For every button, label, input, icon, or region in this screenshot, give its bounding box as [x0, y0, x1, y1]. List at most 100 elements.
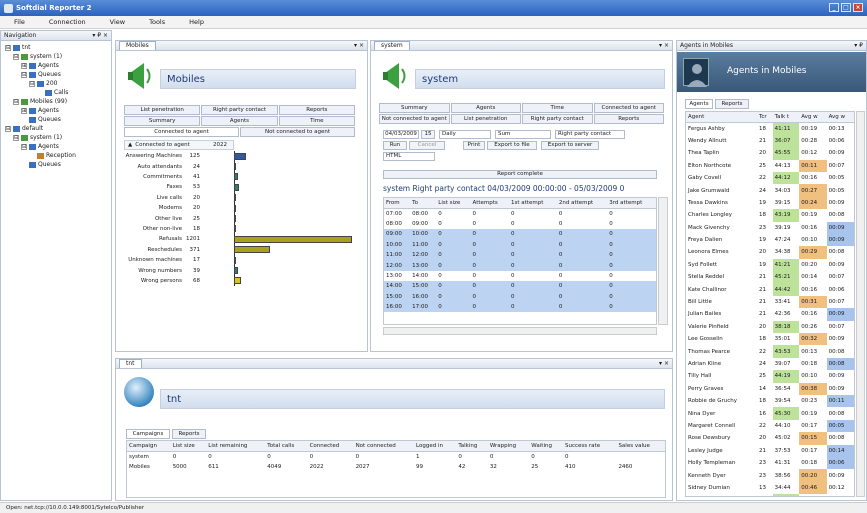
close-button[interactable]: ×: [853, 3, 863, 12]
tab-not-connected-to-agent[interactable]: Not connected to agent: [379, 114, 450, 124]
date-field[interactable]: 04/03/2009: [383, 130, 419, 139]
column-header[interactable]: Not connected: [353, 441, 414, 452]
run-button[interactable]: Run: [383, 141, 407, 150]
nav-item[interactable]: ⊟ system (1): [5, 133, 111, 142]
table-row[interactable]: Fergus Ashby 18 41:11 00:19 00:13: [686, 122, 854, 135]
table-row[interactable]: Adrian Kline 24 39:07 00:18 00:08: [686, 357, 854, 371]
navigation-pin-icon[interactable]: ▾ ₽ ×: [92, 32, 108, 39]
nav-item[interactable]: Calls: [5, 88, 111, 97]
column-header[interactable]: Campaign: [127, 441, 171, 452]
table-row[interactable]: 16:00 17:00 0 0 0 0 0: [384, 301, 656, 313]
nav-item[interactable]: ⊟ default: [5, 124, 111, 133]
table-row[interactable]: Elton Northcote 25 44:13 00:11 00:07: [686, 159, 854, 172]
table-row[interactable]: Mack Givenchy 23 39:19 00:16 00:09: [686, 221, 854, 234]
cancel-button[interactable]: Cancel: [409, 141, 445, 150]
menu-file[interactable]: File: [0, 18, 35, 26]
expand-icon[interactable]: ⊟: [13, 53, 19, 60]
menu-tools[interactable]: Tools: [135, 18, 175, 26]
agents-pin-icon[interactable]: ▾ ₽: [854, 42, 863, 49]
nav-item[interactable]: Queues: [5, 115, 111, 124]
column-header[interactable]: Total calls: [265, 441, 308, 452]
tab-tnt[interactable]: tnt: [119, 359, 142, 368]
nav-item[interactable]: ⊞ Agents: [5, 61, 111, 70]
table-row[interactable]: 12:00 13:00 0 0 0 0 0: [384, 260, 656, 271]
report-scrollbar[interactable]: [658, 197, 668, 325]
nav-item[interactable]: ⊟ Mobiles (99): [5, 97, 111, 106]
tab-connected-to-agent[interactable]: Connected to agent: [593, 103, 664, 113]
export-server-button[interactable]: Export to server: [541, 141, 599, 150]
column-header[interactable]: Agent: [686, 112, 757, 123]
table-row[interactable]: Jake Grumwald 24 34:03 00:27 00:05: [686, 184, 854, 197]
tnt-close-icon[interactable]: ▾ ×: [659, 360, 669, 367]
tab-connected-to-agent[interactable]: Connected to agent: [124, 127, 239, 137]
tab-agent-reports[interactable]: Reports: [715, 99, 749, 109]
table-row[interactable]: Stella Reddel 21 45:21 00:14 00:07: [686, 271, 854, 284]
nav-item[interactable]: ⊟ 200: [5, 79, 111, 88]
table-row[interactable]: system 0 0 0 0 0 1 0 0 0 0: [127, 451, 665, 461]
column-header[interactable]: To: [410, 198, 437, 209]
table-row[interactable]: Kate Challinor 21 44:42 00:16 00:06: [686, 283, 854, 296]
format-select[interactable]: HTML: [383, 152, 435, 161]
table-row[interactable]: Tracy Connell2235:0900:2800:06: [686, 494, 854, 496]
table-row[interactable]: Sidney Dumian 13 34:44 00:46 00:12: [686, 481, 854, 495]
agents-scrollbar[interactable]: [856, 111, 865, 497]
tab-agents[interactable]: Agents: [450, 103, 521, 113]
table-row[interactable]: 09:00 10:00 0 0 0 0 0: [384, 229, 656, 240]
tab-reports[interactable]: Reports: [172, 429, 206, 439]
column-header[interactable]: 2nd attempt: [556, 198, 608, 209]
nav-item[interactable]: ⊟ tnt: [5, 43, 111, 52]
table-row[interactable]: Syd Follett 19 41:21 00:20 00:09: [686, 258, 854, 272]
table-row[interactable]: Kenneth Dyer 23 38:56 00:20 00:09: [686, 469, 854, 482]
table-row[interactable]: Thomas Pearce 22 43:53 00:13 00:08: [686, 345, 854, 358]
expand-icon[interactable]: ⊞: [21, 62, 27, 69]
table-row[interactable]: Lee Gosselin 18 35:01 00:32 00:09: [686, 333, 854, 346]
mobiles-close-icon[interactable]: ▾ ×: [354, 42, 364, 49]
tab-summary[interactable]: Summary: [124, 116, 201, 126]
tab-not-connected-to-agent[interactable]: Not connected to agent: [240, 127, 355, 137]
expand-icon[interactable]: ⊟: [13, 134, 19, 141]
tab-right-party-contact[interactable]: Right party contact: [522, 114, 593, 124]
column-header[interactable]: Sales value: [616, 441, 665, 452]
table-row[interactable]: Rose Dewsbury 20 45:02 00:15 00:08: [686, 432, 854, 445]
tab-mobiles[interactable]: Mobiles: [119, 41, 156, 50]
maximize-button[interactable]: □: [841, 3, 851, 12]
report-hscrollbar[interactable]: [383, 327, 657, 335]
table-row[interactable]: Leonora Elmes 20 34:38 00:29 00:08: [686, 246, 854, 259]
tab-list-penetration[interactable]: List penetration: [450, 114, 521, 124]
expand-icon[interactable]: ⊟: [21, 71, 27, 78]
tab-campaigns[interactable]: Campaigns: [126, 429, 170, 439]
report-select[interactable]: Right party contact: [555, 130, 625, 139]
column-header[interactable]: 3rd attempt: [607, 198, 656, 209]
table-row[interactable]: Robbie de Gruchy 18 39:54 00:23 00:11: [686, 394, 854, 408]
expand-icon[interactable]: ⊟: [5, 44, 11, 51]
column-header[interactable]: 1st attempt: [509, 198, 557, 209]
column-header[interactable]: Success rate: [563, 441, 617, 452]
nav-item[interactable]: ⊟ system (1): [5, 52, 111, 61]
table-row[interactable]: Perry Graves 14 36:54 00:38 00:09: [686, 382, 854, 395]
column-header[interactable]: Attempts: [470, 198, 510, 209]
column-header[interactable]: Connected: [307, 441, 354, 452]
table-row[interactable]: Julian Bailes 21 42:36 00:16 00:09: [686, 308, 854, 321]
tab-summary[interactable]: Summary: [379, 103, 450, 113]
column-header[interactable]: Avg w: [826, 112, 854, 123]
tab-reports[interactable]: Reports: [593, 114, 664, 124]
tab-system[interactable]: system: [374, 41, 410, 50]
expand-icon[interactable]: ⊟: [29, 80, 35, 87]
column-header[interactable]: Tcr: [756, 112, 773, 123]
column-header[interactable]: List remaining: [206, 441, 266, 452]
tab-time[interactable]: Time: [278, 116, 355, 126]
expand-icon[interactable]: ⊟: [5, 125, 11, 132]
nav-item[interactable]: ⊞ Agents: [5, 106, 111, 115]
table-row[interactable]: Mobiles 5000 611 4049 2022 2027 99 42 32 25 410 246…: [127, 462, 665, 472]
calendar-button[interactable]: 15: [421, 130, 435, 139]
export-file-button[interactable]: Export to file: [487, 141, 537, 150]
menu-view[interactable]: View: [96, 18, 135, 26]
table-row[interactable]: Wendy Allnutt 21 36:07 00:28 00:06: [686, 134, 854, 148]
column-header[interactable]: From: [384, 198, 411, 209]
column-header[interactable]: Logged in: [414, 441, 457, 452]
tab-agents[interactable]: Agents: [201, 116, 278, 126]
nav-item[interactable]: Queues: [5, 160, 111, 169]
tab-time[interactable]: Time: [522, 103, 593, 113]
period-select[interactable]: Daily: [439, 130, 491, 139]
tab-list-penetration[interactable]: List penetration: [124, 105, 201, 115]
